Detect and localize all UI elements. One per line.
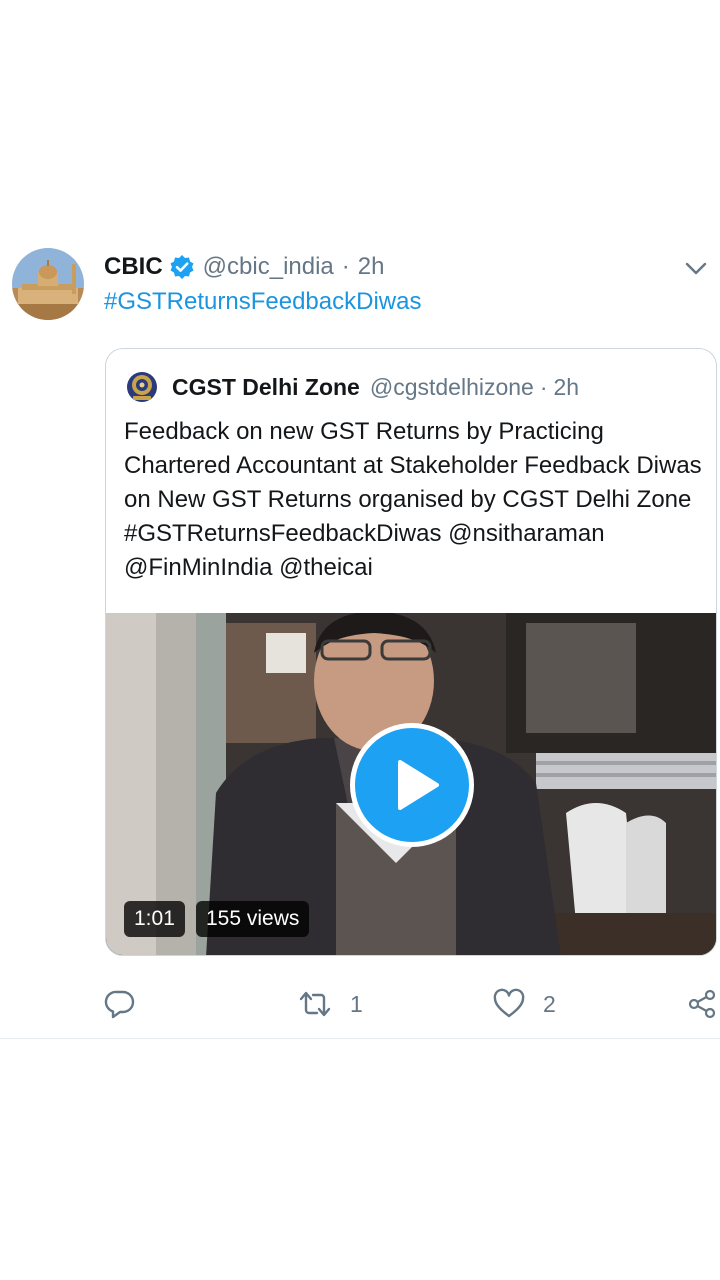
reply-button[interactable] <box>104 984 154 1024</box>
reply-icon <box>104 990 135 1019</box>
video-duration-badge: 1:01 <box>124 901 185 937</box>
quoted-author-handle[interactable]: @cgstdelhizone <box>370 374 534 401</box>
avatar[interactable] <box>12 248 84 320</box>
tweet-header: CBIC @cbic_india · 2h <box>104 250 384 284</box>
share-icon <box>688 989 716 1019</box>
quoted-tweet[interactable]: CGST Delhi Zone @cgstdelhizone · 2h Feed… <box>105 348 717 956</box>
tweet-actions: 1 2 <box>0 984 720 1024</box>
quoted-tweet-text: Feedback on new GST Returns by Practicin… <box>124 418 702 581</box>
play-button[interactable] <box>350 723 474 847</box>
retweet-button[interactable]: 1 <box>298 984 363 1024</box>
quoted-tweet-header: CGST Delhi Zone @cgstdelhizone · 2h <box>124 367 579 407</box>
quoted-author-name[interactable]: CGST Delhi Zone <box>172 374 360 401</box>
like-button[interactable]: 2 <box>493 984 556 1024</box>
like-count: 2 <box>543 990 556 1017</box>
tweet-time[interactable]: 2h <box>358 253 385 281</box>
quoted-tweet-time[interactable]: 2h <box>554 374 580 401</box>
author-handle[interactable]: @cbic_india <box>203 253 334 281</box>
video-player[interactable]: 1:01 155 views <box>106 613 716 955</box>
retweet-count: 1 <box>350 990 363 1017</box>
separator-dot: · <box>341 253 350 280</box>
video-views-badge: 155 views <box>196 901 310 937</box>
chevron-down-icon[interactable] <box>682 254 710 282</box>
separator-dot: · <box>539 373 548 400</box>
quoted-avatar[interactable] <box>124 369 160 405</box>
share-button[interactable] <box>686 984 718 1024</box>
tweet-text-hashtag[interactable]: #GSTReturnsFeedbackDiwas <box>104 288 421 316</box>
tweet-divider <box>0 1038 720 1039</box>
verified-badge-icon <box>169 254 195 280</box>
author-name[interactable]: CBIC <box>104 253 163 281</box>
heart-icon <box>493 988 525 1018</box>
retweet-icon <box>299 991 331 1017</box>
play-icon <box>398 760 439 810</box>
